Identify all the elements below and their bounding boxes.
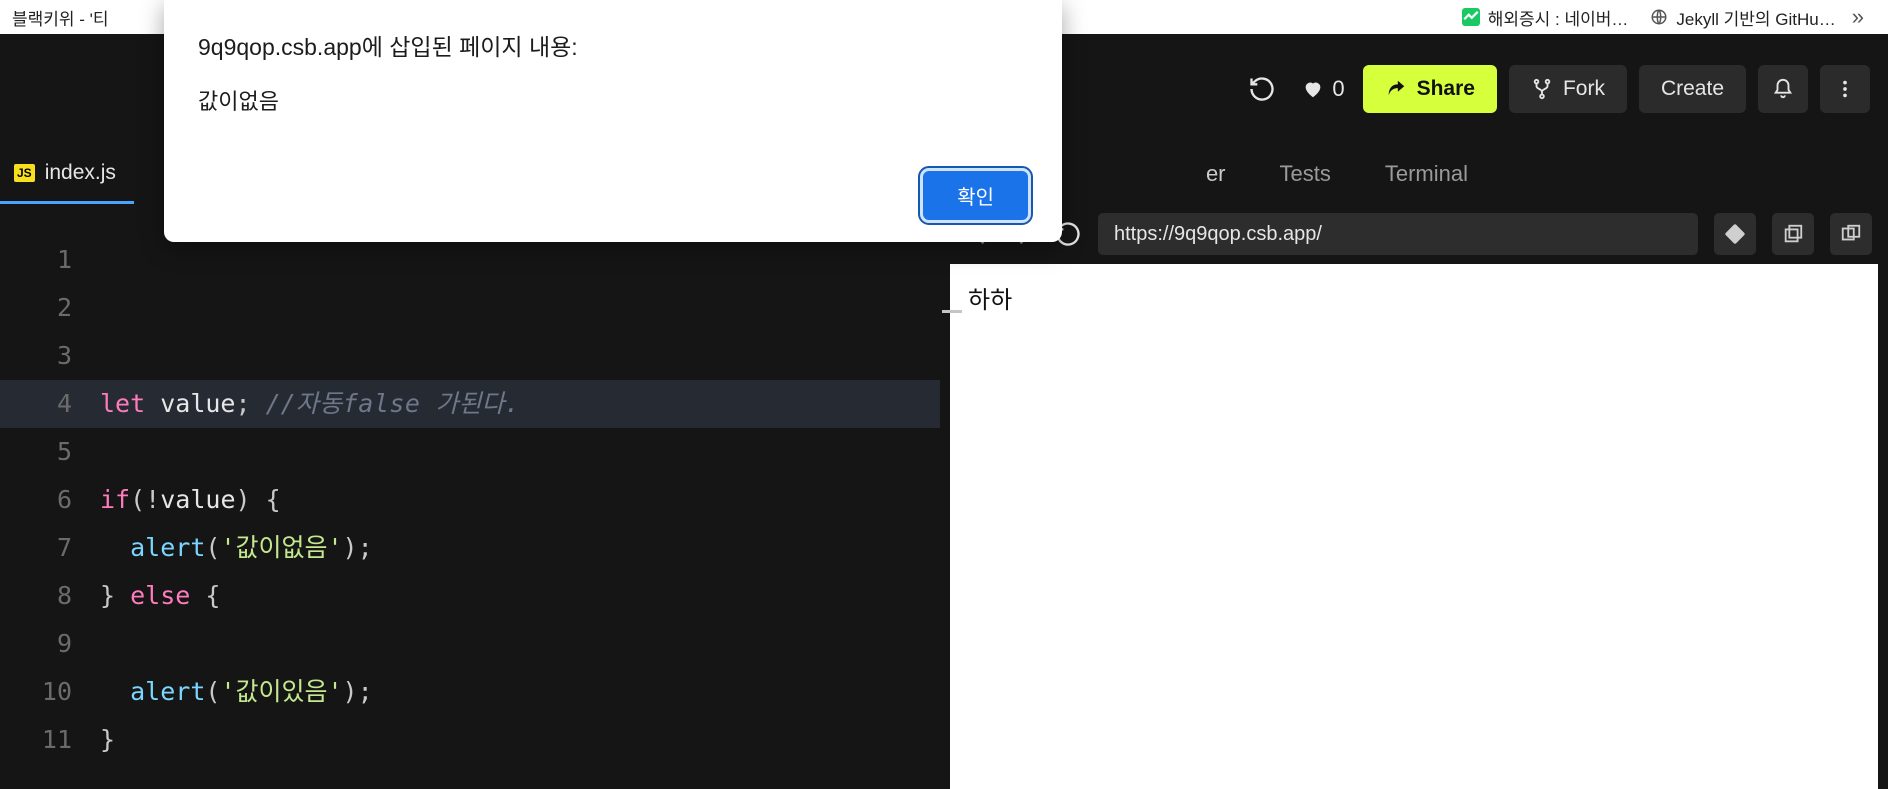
- preview-tab-terminal[interactable]: Terminal: [1385, 161, 1468, 187]
- line-number: 10: [0, 668, 100, 716]
- code-line[interactable]: 5: [0, 428, 940, 476]
- browser-tab-jekyll[interactable]: Jekyll 기반의 GitHu…: [1644, 1, 1841, 34]
- code-text: alert('값이없음');: [100, 524, 373, 572]
- line-number: 11: [0, 716, 100, 764]
- code-line[interactable]: 1: [0, 236, 940, 284]
- share-arrow-icon: [1385, 78, 1407, 100]
- code-text: }: [100, 716, 115, 764]
- code-text: let value; //자동false 가된다.: [100, 380, 520, 428]
- line-number: 1: [0, 236, 100, 284]
- create-button[interactable]: Create: [1639, 65, 1746, 113]
- split-divider[interactable]: [940, 204, 950, 789]
- editor-file-tab[interactable]: JS index.js: [0, 144, 134, 204]
- code-line[interactable]: 6if(!value) {: [0, 476, 940, 524]
- code-text: if(!value) {: [100, 476, 281, 524]
- line-number: 2: [0, 284, 100, 332]
- chart-up-icon: [1462, 8, 1480, 26]
- like-counter[interactable]: 0: [1302, 76, 1344, 102]
- code-text: [100, 620, 115, 668]
- line-number: 5: [0, 428, 100, 476]
- tab-overflow-button[interactable]: »: [1852, 4, 1888, 30]
- more-menu-button[interactable]: [1820, 65, 1870, 113]
- code-line[interactable]: 9: [0, 620, 940, 668]
- alert-message: 값이없음: [198, 84, 1028, 116]
- preview-url-text: https://9q9qop.csb.app/: [1114, 223, 1322, 246]
- code-text: [100, 284, 115, 332]
- code-line[interactable]: 8} else {: [0, 572, 940, 620]
- preview-tab-tests[interactable]: Tests: [1280, 161, 1331, 187]
- code-text: [100, 332, 115, 380]
- like-count: 0: [1332, 76, 1344, 102]
- code-text: [100, 428, 115, 476]
- notifications-button[interactable]: [1758, 65, 1808, 113]
- fork-icon: [1531, 78, 1553, 100]
- line-number: 4: [0, 380, 100, 428]
- tab-label: 해외증시 : 네이버…: [1488, 5, 1629, 30]
- js-badge-icon: JS: [14, 164, 35, 182]
- bell-icon: [1772, 78, 1794, 100]
- file-name: index.js: [45, 161, 116, 185]
- heart-icon: [1302, 78, 1324, 100]
- code-line[interactable]: 3: [0, 332, 940, 380]
- main-split: 1 2 3 4let value; //자동false 가된다.5 6if(!v…: [0, 204, 1888, 789]
- fork-button[interactable]: Fork: [1509, 65, 1627, 113]
- preview-tab-partial[interactable]: er: [1206, 161, 1226, 187]
- line-number: 3: [0, 332, 100, 380]
- line-number: 7: [0, 524, 100, 572]
- code-text: alert('값이있음');: [100, 668, 373, 716]
- tab-label: Jekyll 기반의 GitHu…: [1676, 5, 1835, 30]
- preview-controls: https://9q9qop.csb.app/: [950, 204, 1888, 264]
- code-text: [100, 236, 115, 284]
- share-label: Share: [1417, 77, 1475, 101]
- browser-tab-left[interactable]: 블랙키위 - '티: [6, 1, 115, 34]
- code-line[interactable]: 11}: [0, 716, 940, 764]
- editor-pane: 1 2 3 4let value; //자동false 가된다.5 6if(!v…: [0, 204, 940, 789]
- preview-tab-row: er Tests Terminal: [1206, 144, 1888, 204]
- javascript-alert-dialog: 9q9qop.csb.app에 삽입된 페이지 내용: 값이없음 확인: [164, 0, 1062, 242]
- fork-label: Fork: [1563, 77, 1605, 101]
- expand-button[interactable]: [1830, 213, 1872, 255]
- alert-title: 9q9qop.csb.app에 삽입된 페이지 내용:: [198, 28, 1028, 62]
- reload-icon[interactable]: [1248, 75, 1276, 103]
- line-number: 6: [0, 476, 100, 524]
- create-label: Create: [1661, 77, 1724, 101]
- preview-pane: https://9q9qop.csb.app/ 하하: [950, 204, 1888, 789]
- code-line[interactable]: 4let value; //자동false 가된다.: [0, 380, 940, 428]
- open-codesandbox-button[interactable]: [1714, 213, 1756, 255]
- preview-content-text: 하하: [968, 287, 1012, 314]
- globe-icon: [1650, 8, 1668, 26]
- code-line[interactable]: 2: [0, 284, 940, 332]
- preview-url-input[interactable]: https://9q9qop.csb.app/: [1098, 213, 1698, 255]
- tab-label: 블랙키위 - '티: [12, 5, 109, 30]
- share-button[interactable]: Share: [1363, 65, 1497, 113]
- code-line[interactable]: 10 alert('값이있음');: [0, 668, 940, 716]
- preview-iframe[interactable]: 하하: [950, 264, 1878, 789]
- code-editor[interactable]: 1 2 3 4let value; //자동false 가된다.5 6if(!v…: [0, 204, 940, 764]
- line-number: 8: [0, 572, 100, 620]
- code-text: } else {: [100, 572, 220, 620]
- browser-tab-stocks[interactable]: 해외증시 : 네이버…: [1456, 1, 1635, 34]
- code-line[interactable]: 7 alert('값이없음');: [0, 524, 940, 572]
- kebab-icon: [1834, 78, 1856, 100]
- line-number: 9: [0, 620, 100, 668]
- new-window-button[interactable]: [1772, 213, 1814, 255]
- alert-ok-button[interactable]: 확인: [923, 171, 1028, 220]
